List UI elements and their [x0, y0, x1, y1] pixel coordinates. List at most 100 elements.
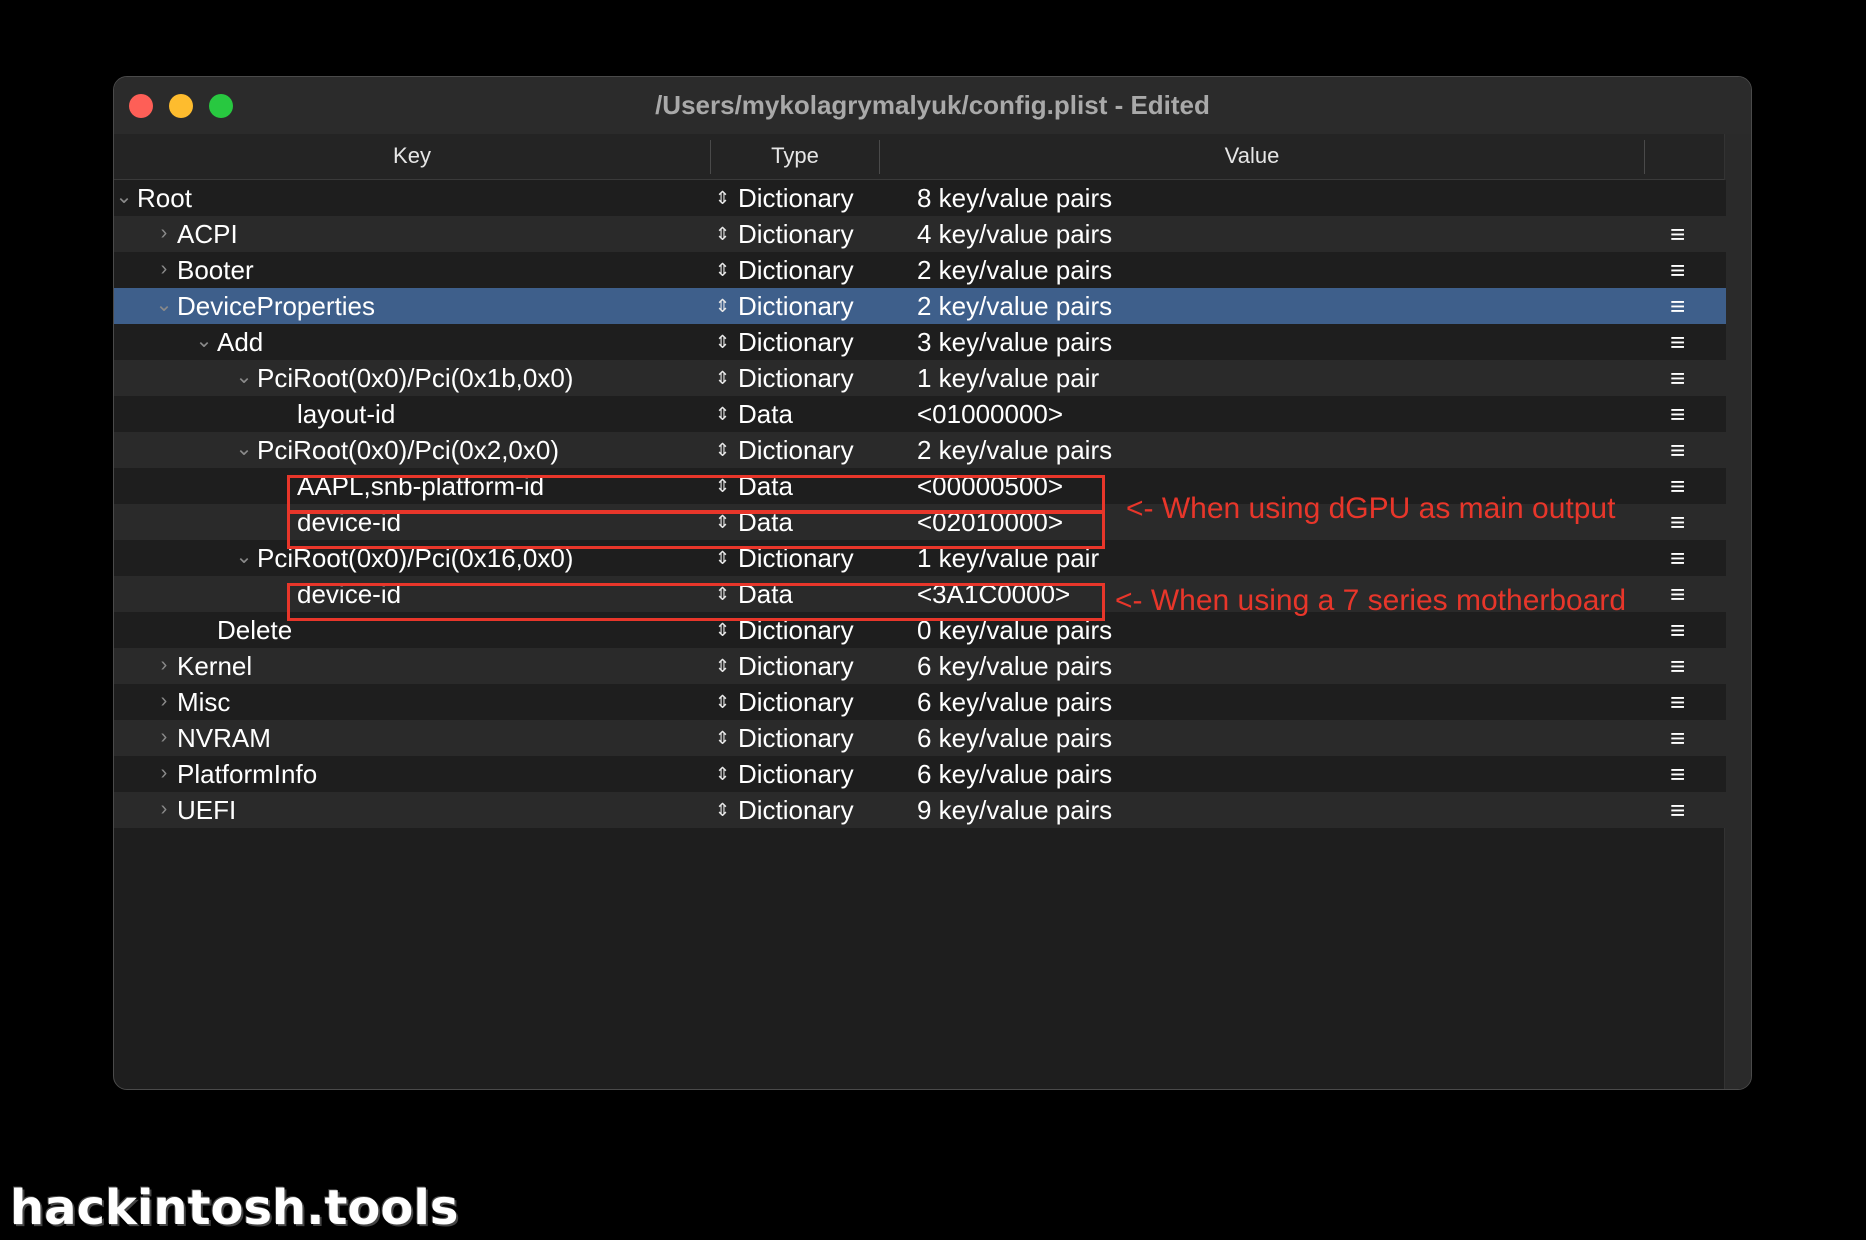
row-value[interactable]: 6 key/value pairs	[917, 756, 1112, 792]
chevron-right-icon[interactable]: ›	[155, 218, 173, 248]
row-key[interactable]: device-id	[297, 576, 401, 612]
row-key[interactable]: Add	[217, 324, 263, 360]
type-stepper-icon[interactable]: ⇕	[715, 504, 730, 540]
type-stepper-icon[interactable]: ⇕	[715, 792, 730, 828]
outline-row[interactable]: › UEFI ⇕ Dictionary 9 key/value pairs ≡	[114, 792, 1726, 828]
row-value[interactable]: 0 key/value pairs	[917, 612, 1112, 648]
row-type[interactable]: Dictionary	[738, 360, 854, 396]
row-menu-icon[interactable]: ≡	[1670, 288, 1685, 324]
outline-row[interactable]: ⌄ PciRoot(0x0)/Pci(0x2,0x0) ⇕ Dictionary 2 k…	[114, 432, 1726, 468]
row-menu-icon[interactable]: ≡	[1670, 432, 1685, 468]
row-key[interactable]: AAPL,snb-platform-id	[297, 468, 544, 504]
row-value[interactable]: <3A1C0000>	[917, 576, 1070, 612]
row-menu-icon[interactable]: ≡	[1670, 252, 1685, 288]
column-divider[interactable]	[1644, 140, 1645, 174]
chevron-right-icon[interactable]: ›	[155, 686, 173, 716]
row-type[interactable]: Dictionary	[738, 540, 854, 576]
type-stepper-icon[interactable]: ⇕	[715, 396, 730, 432]
outline-row[interactable]: ⌄ DeviceProperties ⇕ Dictionary 2 key/value …	[114, 288, 1726, 324]
row-value[interactable]: 8 key/value pairs	[917, 180, 1112, 216]
row-menu-icon[interactable]: ≡	[1670, 684, 1685, 720]
row-value[interactable]: <01000000>	[917, 396, 1063, 432]
row-menu-icon[interactable]: ≡	[1670, 216, 1685, 252]
row-type[interactable]: Data	[738, 396, 793, 432]
outline-row[interactable]: › PlatformInfo ⇕ Dictionary 6 key/value pair…	[114, 756, 1726, 792]
row-type[interactable]: Dictionary	[738, 288, 854, 324]
outline-row[interactable]: › ACPI ⇕ Dictionary 4 key/value pairs ≡	[114, 216, 1726, 252]
row-menu-icon[interactable]: ≡	[1670, 648, 1685, 684]
type-stepper-icon[interactable]: ⇕	[715, 432, 730, 468]
row-key[interactable]: PciRoot(0x0)/Pci(0x1b,0x0)	[257, 360, 573, 396]
row-value[interactable]: 1 key/value pair	[917, 360, 1099, 396]
row-menu-icon[interactable]: ≡	[1670, 504, 1685, 540]
row-key[interactable]: Booter	[177, 252, 254, 288]
row-type[interactable]: Dictionary	[738, 432, 854, 468]
row-menu-icon[interactable]: ≡	[1670, 396, 1685, 432]
type-stepper-icon[interactable]: ⇕	[715, 468, 730, 504]
row-type[interactable]: Dictionary	[738, 648, 854, 684]
row-key[interactable]: PciRoot(0x0)/Pci(0x16,0x0)	[257, 540, 573, 576]
outline-row[interactable]: › NVRAM ⇕ Dictionary 6 key/value pairs ≡	[114, 720, 1726, 756]
row-menu-icon[interactable]: ≡	[1670, 720, 1685, 756]
type-stepper-icon[interactable]: ⇕	[715, 540, 730, 576]
row-menu-icon[interactable]: ≡	[1670, 792, 1685, 828]
chevron-down-icon[interactable]: ⌄	[115, 182, 133, 212]
type-stepper-icon[interactable]: ⇕	[715, 612, 730, 648]
chevron-right-icon[interactable]: ›	[155, 794, 173, 824]
type-stepper-icon[interactable]: ⇕	[715, 756, 730, 792]
row-key[interactable]: NVRAM	[177, 720, 271, 756]
row-value[interactable]: 6 key/value pairs	[917, 720, 1112, 756]
outline-row[interactable]: layout-id ⇕ Data <01000000> ≡	[114, 396, 1726, 432]
row-type[interactable]: Dictionary	[738, 180, 854, 216]
row-value[interactable]: 4 key/value pairs	[917, 216, 1112, 252]
row-type[interactable]: Dictionary	[738, 324, 854, 360]
outline-row[interactable]: › Kernel ⇕ Dictionary 6 key/value pairs ≡	[114, 648, 1726, 684]
row-value[interactable]: 3 key/value pairs	[917, 324, 1112, 360]
vertical-scrollbar[interactable]	[1724, 134, 1751, 1089]
type-stepper-icon[interactable]: ⇕	[715, 720, 730, 756]
type-stepper-icon[interactable]: ⇕	[715, 576, 730, 612]
outline-row[interactable]: › Misc ⇕ Dictionary 6 key/value pairs ≡	[114, 684, 1726, 720]
row-type[interactable]: Data	[738, 504, 793, 540]
row-menu-icon[interactable]: ≡	[1670, 540, 1685, 576]
column-header-type[interactable]: Type	[711, 134, 879, 179]
chevron-down-icon[interactable]: ⌄	[235, 362, 253, 392]
row-type[interactable]: Dictionary	[738, 684, 854, 720]
row-key[interactable]: PciRoot(0x0)/Pci(0x2,0x0)	[257, 432, 559, 468]
type-stepper-icon[interactable]: ⇕	[715, 288, 730, 324]
outline-row[interactable]: ⌄ PciRoot(0x0)/Pci(0x1b,0x0) ⇕ Dictionary 1 …	[114, 360, 1726, 396]
row-value[interactable]: 1 key/value pair	[917, 540, 1099, 576]
type-stepper-icon[interactable]: ⇕	[715, 648, 730, 684]
chevron-down-icon[interactable]: ⌄	[195, 326, 213, 356]
chevron-down-icon[interactable]: ⌄	[235, 542, 253, 572]
row-key[interactable]: PlatformInfo	[177, 756, 317, 792]
row-key[interactable]: Delete	[217, 612, 292, 648]
outline-row[interactable]: › Booter ⇕ Dictionary 2 key/value pairs ≡	[114, 252, 1726, 288]
chevron-down-icon[interactable]: ⌄	[235, 434, 253, 464]
row-menu-icon[interactable]: ≡	[1670, 360, 1685, 396]
row-type[interactable]: Dictionary	[738, 792, 854, 828]
row-value[interactable]: <02010000>	[917, 504, 1063, 540]
type-stepper-icon[interactable]: ⇕	[715, 684, 730, 720]
row-key[interactable]: UEFI	[177, 792, 236, 828]
row-key[interactable]: Kernel	[177, 648, 252, 684]
type-stepper-icon[interactable]: ⇕	[715, 324, 730, 360]
row-key[interactable]: Root	[137, 180, 192, 216]
row-menu-icon[interactable]: ≡	[1670, 756, 1685, 792]
row-type[interactable]: Dictionary	[738, 252, 854, 288]
row-type[interactable]: Dictionary	[738, 756, 854, 792]
outline-row[interactable]: ⌄ Add ⇕ Dictionary 3 key/value pairs ≡	[114, 324, 1726, 360]
row-value[interactable]: 2 key/value pairs	[917, 288, 1112, 324]
row-value[interactable]: 2 key/value pairs	[917, 432, 1112, 468]
row-key[interactable]: device-id	[297, 504, 401, 540]
row-value[interactable]: 2 key/value pairs	[917, 252, 1112, 288]
row-type[interactable]: Data	[738, 468, 793, 504]
column-header-key[interactable]: Key	[114, 134, 710, 179]
row-type[interactable]: Dictionary	[738, 612, 854, 648]
row-menu-icon[interactable]: ≡	[1670, 468, 1685, 504]
row-menu-icon[interactable]: ≡	[1670, 576, 1685, 612]
row-key[interactable]: DeviceProperties	[177, 288, 375, 324]
chevron-right-icon[interactable]: ›	[155, 722, 173, 752]
row-value[interactable]: 6 key/value pairs	[917, 648, 1112, 684]
type-stepper-icon[interactable]: ⇕	[715, 180, 730, 216]
